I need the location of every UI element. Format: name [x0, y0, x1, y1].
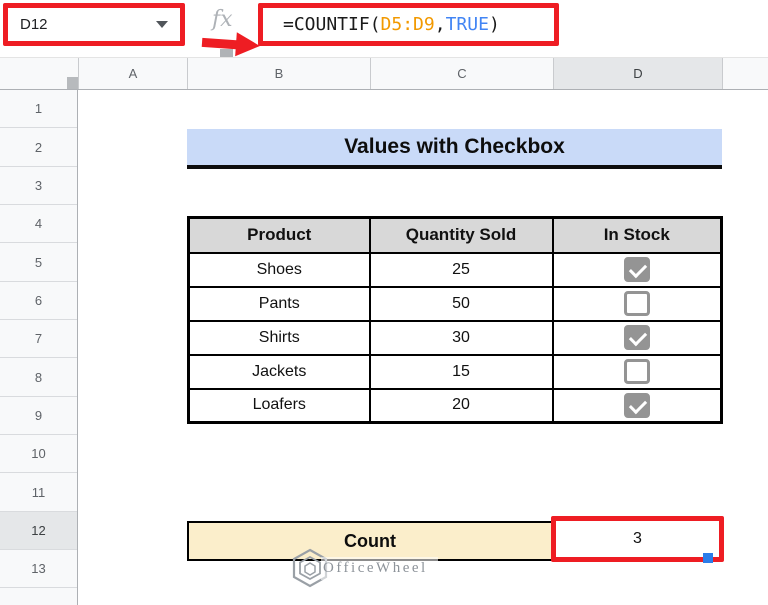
cell-count-value[interactable]: 3	[556, 521, 719, 557]
cell-in-stock[interactable]	[551, 387, 723, 424]
google-sheets-app: D12 fx =COUNTIF(D5:D9, TRUE) A B C D 1 2 …	[0, 0, 768, 605]
product-table: Product Quantity Sold In Stock Shoes 25 …	[187, 216, 723, 424]
cell-quantity[interactable]: 25	[368, 251, 554, 288]
checkbox[interactable]	[623, 291, 650, 316]
red-annotation-formula: =COUNTIF(D5:D9, TRUE)	[258, 3, 559, 46]
chevron-down-icon[interactable]	[156, 21, 168, 28]
row-header-3[interactable]: 3	[0, 167, 77, 206]
watermark-text: OfficeWheel	[321, 556, 438, 580]
cell-quantity[interactable]: 20	[368, 387, 554, 424]
formula-close-paren: )	[488, 14, 500, 35]
arrow-tail	[201, 37, 239, 50]
row-header-7[interactable]: 7	[0, 320, 77, 359]
table-row: Pants 50	[187, 285, 723, 322]
formula-range-ref: D5:D9	[380, 14, 435, 35]
table-row: Shirts 30	[187, 319, 723, 356]
cell-title-b2[interactable]: Values with Checkbox	[187, 129, 722, 169]
red-annotation-result: 3	[551, 516, 724, 562]
name-box-value: D12	[20, 16, 48, 33]
fill-handle[interactable]	[703, 553, 713, 563]
red-annotation-namebox: D12	[3, 3, 185, 46]
row-header-11[interactable]: 11	[0, 473, 77, 512]
table-row: Jackets 15	[187, 353, 723, 390]
row-header-13[interactable]: 13	[0, 550, 77, 589]
select-all-corner[interactable]	[0, 58, 78, 89]
checkbox[interactable]	[623, 392, 650, 418]
header-in-stock[interactable]: In Stock	[551, 216, 723, 254]
cell-in-stock[interactable]	[551, 251, 723, 288]
cell-product[interactable]: Pants	[187, 285, 371, 322]
arrow-head	[235, 32, 261, 58]
cell-quantity[interactable]: 50	[368, 285, 554, 322]
table-row: Loafers 20	[187, 387, 723, 424]
row-header-2[interactable]: 2	[0, 128, 77, 167]
name-box[interactable]: D12	[8, 8, 180, 41]
table-header-row: Product Quantity Sold In Stock	[187, 216, 723, 254]
cell-product[interactable]: Jackets	[187, 353, 371, 390]
checkbox[interactable]	[623, 359, 650, 384]
cell-quantity[interactable]: 30	[368, 319, 554, 356]
row-header-12[interactable]: 12	[0, 511, 77, 551]
formula-comma: ,	[434, 14, 446, 35]
row-header-4[interactable]: 4	[0, 205, 77, 244]
fx-icon: fx	[212, 7, 233, 32]
column-header-a[interactable]: A	[78, 58, 187, 89]
corner-notch	[67, 77, 78, 89]
checkbox[interactable]	[623, 325, 650, 350]
row-header-1[interactable]: 1	[0, 90, 77, 129]
row-header-9[interactable]: 9	[0, 397, 77, 436]
cell-in-stock[interactable]	[551, 285, 723, 322]
cell-in-stock[interactable]	[551, 319, 723, 356]
column-header-bar: A B C D	[0, 57, 768, 90]
column-header-d[interactable]: D	[553, 58, 722, 89]
formula-boolean: TRUE	[445, 14, 489, 35]
cell-in-stock[interactable]	[551, 353, 723, 390]
checkbox[interactable]	[623, 257, 650, 282]
column-header-c[interactable]: C	[370, 58, 553, 89]
formula-input[interactable]: =COUNTIF(D5:D9, TRUE)	[263, 8, 554, 41]
row-header-6[interactable]: 6	[0, 282, 77, 321]
header-product[interactable]: Product	[187, 216, 371, 254]
watermark: OfficeWheel	[292, 548, 438, 588]
column-header-b[interactable]: B	[187, 58, 370, 89]
column-header-partial[interactable]	[722, 58, 768, 89]
formula-text: =COUNTIF(	[283, 14, 381, 35]
cell-product[interactable]: Shoes	[187, 251, 371, 288]
table-row: Shoes 25	[187, 251, 723, 288]
cell-product[interactable]: Shirts	[187, 319, 371, 356]
row-header-bar: 1 2 3 4 5 6 7 8 9 10 11 12 13	[0, 90, 78, 605]
cell-quantity[interactable]: 15	[368, 353, 554, 390]
row-header-8[interactable]: 8	[0, 358, 77, 397]
header-quantity-sold[interactable]: Quantity Sold	[368, 216, 554, 254]
red-arrow-annotation	[201, 30, 263, 58]
row-header-10[interactable]: 10	[0, 435, 77, 474]
cell-product[interactable]: Loafers	[187, 387, 371, 424]
row-header-5[interactable]: 5	[0, 243, 77, 282]
